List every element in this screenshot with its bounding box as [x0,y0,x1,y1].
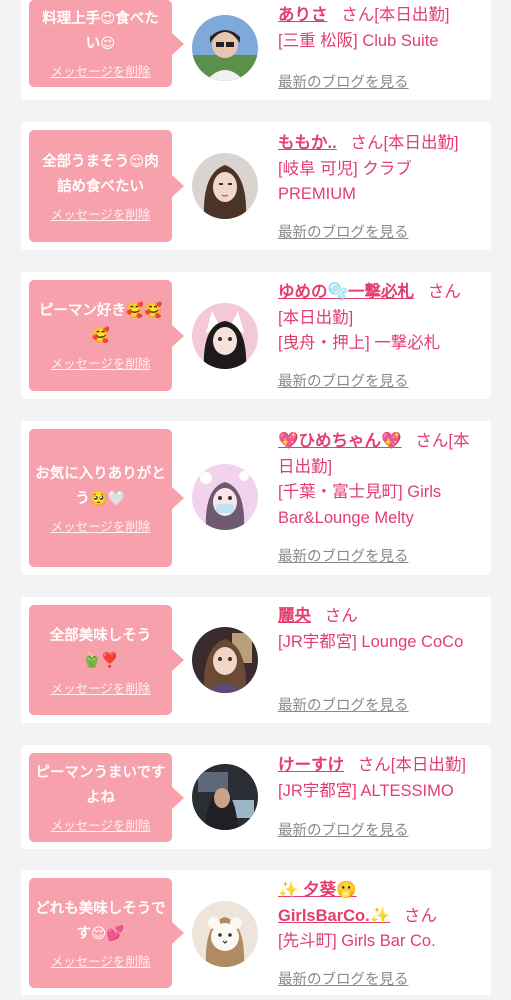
honorific: さん [415,432,449,450]
message-card: 料理上手😍食べたい😌 メッセージを削除 ありさ さん[本日出勤] [三重 松阪]… [21,0,491,100]
honorific: さん [427,283,461,301]
message-text: 全部美味しそう🫑❣️ [49,627,152,669]
attendance-status: [本日出勤] [383,134,459,152]
message-text: ピーマンうまいですよね [35,765,166,806]
avatar[interactable] [192,464,258,530]
message-text: お気に入りありがとう🥺🤍 [35,465,166,507]
delete-message-link[interactable]: メッセージを削除 [51,61,151,80]
attendance-status: [本日出勤] [374,6,450,24]
shop-info: [先斗町] Girls Bar Co. [278,932,436,950]
avatar[interactable] [192,153,258,219]
honorific: さん [350,134,384,152]
cast-name-link[interactable]: ✨ 夕葵🫢GirlsBarCo.✨ [278,881,390,925]
message-text: ピーマン好き🥰🥰🥰 [38,303,163,344]
latest-blog-link[interactable]: 最新のブログを見る [278,221,409,242]
shop-info: [JR宇都宮] ALTESSIMO [278,781,454,800]
avatar[interactable] [192,627,258,693]
message-text: どれも美味しそうです😌💕 [35,900,166,942]
latest-blog-link[interactable]: 最新のブログを見る [278,819,409,840]
message-bubble: 全部美味しそう🫑❣️ メッセージを削除 [29,605,184,715]
latest-blog-link[interactable]: 最新のブログを見る [278,545,409,566]
shop-info: [千葉・富士見町] Girls Bar&Lounge Melty [278,483,442,527]
cast-info: ありさ さん[本日出勤] [三重 松阪] Club Suite [278,3,483,54]
shop-info: [曳舟・押上] 一撃必札 [278,334,441,352]
cast-name-link[interactable]: 麗央 [278,607,311,625]
shop-info: [三重 松阪] Club Suite [278,31,439,50]
avatar[interactable] [192,901,258,967]
shop-info: [JR宇都宮] Lounge CoCo [278,632,464,651]
honorific: さん [404,906,438,925]
cast-info: けーすけ さん[本日出勤] [JR宇都宮] ALTESSIMO [278,753,483,804]
latest-blog-link[interactable]: 最新のブログを見る [278,71,409,92]
delete-message-link[interactable]: メッセージを削除 [51,678,151,697]
delete-message-link[interactable]: メッセージを削除 [51,353,151,372]
cast-name-link[interactable]: けーすけ [278,756,344,774]
shop-info: [岐阜 可児] クラブPREMIUM [278,159,412,204]
delete-message-link[interactable]: メッセージを削除 [51,815,151,834]
delete-message-link[interactable]: メッセージを削除 [51,204,151,223]
honorific: さん [324,607,358,625]
latest-blog-link[interactable]: 最新のブログを見る [278,370,409,391]
cast-name-link[interactable]: 💖ひめちゃん💖 [278,432,402,450]
honorific: さん [357,756,391,774]
message-bubble: 全部うまそう😌肉詰め食べたい メッセージを削除 [29,130,184,242]
avatar[interactable] [192,15,258,81]
delete-message-link[interactable]: メッセージを削除 [51,951,151,970]
message-card: ピーマンうまいですよね メッセージを削除 けーすけ さん[本日出勤] [JR宇都… [21,745,491,849]
latest-blog-link[interactable]: 最新のブログを見る [278,694,409,715]
cast-info: 💖ひめちゃん💖 さん[本日出勤] [千葉・富士見町] Girls Bar&Lou… [278,429,483,531]
cast-info: 麗央 さん [JR宇都宮] Lounge CoCo [278,604,483,655]
message-text: 料理上手😍食べたい😌 [42,11,159,52]
message-text: 全部うまそう😌肉詰め食べたい [42,153,159,195]
message-card: どれも美味しそうです😌💕 メッセージを削除 ✨ 夕葵🫢GirlsBarCo.✨ … [21,870,491,995]
cast-name-link[interactable]: ありさ [278,6,328,24]
avatar[interactable] [192,303,258,369]
cast-name-link[interactable]: ももか.. [278,134,337,152]
cast-info: ゆめの🫧一撃必札 さん [本日出勤] [曳舟・押上] 一撃必札 [278,280,483,357]
message-card: ピーマン好き🥰🥰🥰 メッセージを削除 ゆめの🫧一撃必札 さん [本日出勤] [曳… [21,272,491,399]
message-bubble: ピーマンうまいですよね メッセージを削除 [29,753,184,842]
message-card: お気に入りありがとう🥺🤍 メッセージを削除 💖ひめちゃん💖 さん[本日出勤] [… [21,421,491,575]
cast-info: ももか.. さん[本日出勤] [岐阜 可児] クラブPREMIUM [278,131,483,208]
cast-info: ✨ 夕葵🫢GirlsBarCo.✨ さん [先斗町] Girls Bar Co. [278,878,483,955]
cast-name-link[interactable]: ゆめの🫧一撃必札 [278,283,414,301]
honorific: さん [341,6,375,24]
attendance-status: [本日出勤] [278,308,354,327]
message-card: 全部うまそう😌肉詰め食べたい メッセージを削除 ももか.. さん[本日出勤] [… [21,122,491,250]
avatar[interactable] [192,764,258,830]
delete-message-link[interactable]: メッセージを削除 [51,516,151,535]
message-card: 全部美味しそう🫑❣️ メッセージを削除 麗央 さん [JR宇都宮] Lounge… [21,597,491,723]
latest-blog-link[interactable]: 最新のブログを見る [278,968,409,989]
message-bubble: お気に入りありがとう🥺🤍 メッセージを削除 [29,429,184,567]
message-bubble: ピーマン好き🥰🥰🥰 メッセージを削除 [29,280,184,391]
message-bubble: どれも美味しそうです😌💕 メッセージを削除 [29,878,184,988]
attendance-status: [本日出勤] [390,756,466,774]
message-bubble: 料理上手😍食べたい😌 メッセージを削除 [29,0,184,87]
